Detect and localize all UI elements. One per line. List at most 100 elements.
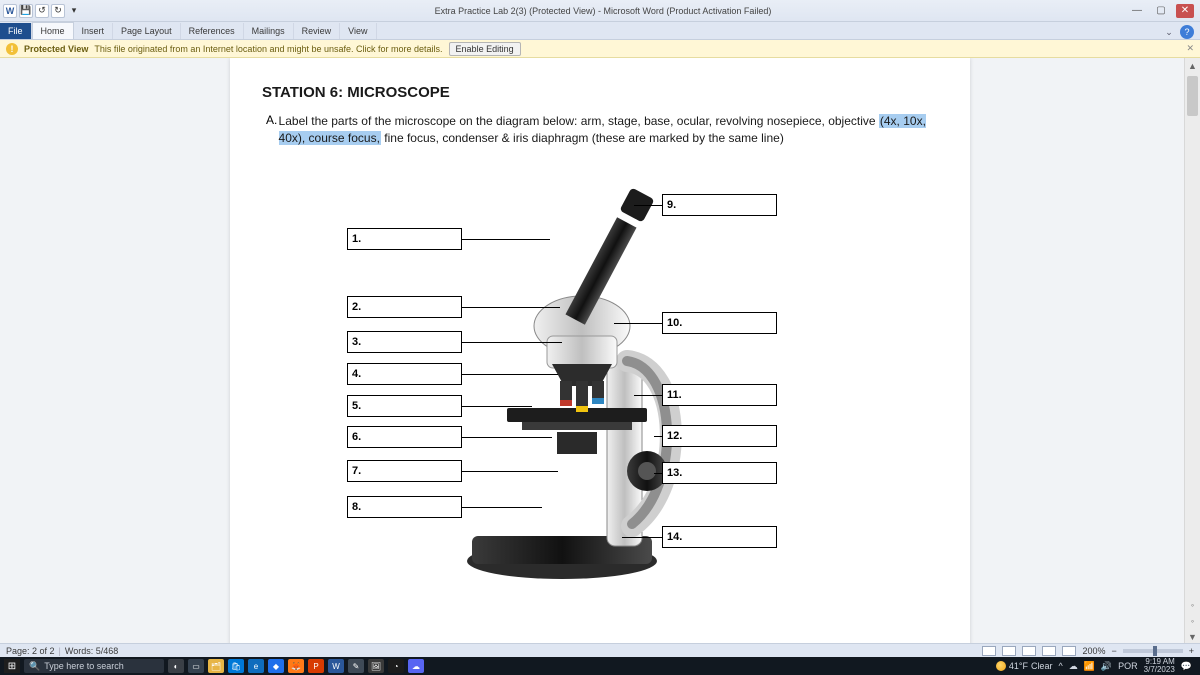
maximize-button[interactable]: ▢: [1152, 4, 1170, 18]
window-title: Extra Practice Lab 2(3) (Protected View)…: [84, 6, 1122, 16]
redo-icon[interactable]: ↻: [51, 4, 65, 18]
quick-access-toolbar: W 💾 ↺ ↻ ▾: [0, 4, 84, 18]
task-view-icon[interactable]: ▭: [188, 659, 204, 673]
label-box-2[interactable]: 2.: [347, 296, 462, 318]
tab-home[interactable]: Home: [32, 22, 74, 39]
zoom-in-button[interactable]: +: [1189, 646, 1194, 656]
word-icon[interactable]: W: [328, 659, 344, 673]
instruction-text-2: fine focus, condenser & iris diaphragm (…: [384, 131, 784, 145]
discord-icon[interactable]: ☁: [408, 659, 424, 673]
app-icon-2[interactable]: 🖼: [368, 659, 384, 673]
label-box-6[interactable]: 6.: [347, 426, 462, 448]
leader-3: [462, 342, 562, 344]
weather-text: Clear: [1031, 661, 1053, 671]
start-button[interactable]: ⊞: [4, 659, 20, 673]
cortana-icon[interactable]: ◐: [168, 659, 184, 673]
zoom-level[interactable]: 200%: [1082, 646, 1105, 656]
label-box-3[interactable]: 3.: [347, 331, 462, 353]
status-page[interactable]: Page: 2 of 2: [6, 646, 55, 656]
diagram-area: 1. 2. 3. 4. 5. 6. 7. 8. 9. 10. 11. 12.: [262, 176, 938, 606]
leader-12: [654, 436, 662, 438]
leader-2: [462, 307, 560, 309]
label-box-13[interactable]: 13.: [662, 462, 777, 484]
scroll-thumb[interactable]: [1187, 76, 1198, 116]
qat-more-icon[interactable]: ▾: [67, 4, 81, 18]
protected-close-icon[interactable]: ✕: [1186, 43, 1194, 54]
explorer-icon[interactable]: 🗂: [208, 659, 224, 673]
app-icon-1[interactable]: ✎: [348, 659, 364, 673]
tab-file[interactable]: File: [0, 23, 32, 39]
view-outline-icon[interactable]: [1042, 646, 1056, 656]
label-box-9[interactable]: 9.: [662, 194, 777, 216]
tab-view[interactable]: View: [340, 23, 376, 39]
system-tray: 41°F Clear ^ ☁ 📶 🔊 POR 9:19 AM 3/7/2023 …: [996, 658, 1196, 674]
label-box-5[interactable]: 5.: [347, 395, 462, 417]
tray-caret-icon[interactable]: ^: [1058, 661, 1062, 671]
window-controls: — ▢ ✕: [1122, 4, 1200, 18]
protected-view-label: Protected View: [24, 44, 88, 54]
help-icon[interactable]: ?: [1180, 25, 1194, 39]
protected-view-bar: ! Protected View This file originated fr…: [0, 40, 1200, 58]
leader-14: [622, 537, 662, 539]
network-icon[interactable]: 📶: [1084, 661, 1095, 672]
instruction-text-1: Label the parts of the microscope on the…: [279, 114, 879, 128]
page-up-icon[interactable]: ◦: [1185, 597, 1200, 613]
minimize-button[interactable]: —: [1128, 4, 1146, 18]
undo-icon[interactable]: ↺: [35, 4, 49, 18]
powerpoint-icon[interactable]: P: [308, 659, 324, 673]
tab-references[interactable]: References: [181, 23, 244, 39]
tab-mailings[interactable]: Mailings: [244, 23, 294, 39]
onedrive-icon[interactable]: ☁: [1069, 661, 1078, 672]
tab-review[interactable]: Review: [294, 23, 341, 39]
close-button[interactable]: ✕: [1176, 4, 1194, 18]
minimize-ribbon-icon[interactable]: ⌄: [1162, 25, 1176, 39]
leader-6: [462, 437, 552, 439]
leader-13: [654, 473, 662, 475]
search-icon: 🔍: [29, 661, 40, 672]
zoom-slider[interactable]: [1123, 649, 1183, 653]
view-full-screen-icon[interactable]: [1002, 646, 1016, 656]
ribbon-tabs: File Home Insert Page Layout References …: [0, 22, 1200, 40]
leader-4: [462, 374, 558, 376]
station-heading: STATION 6: MICROSCOPE: [262, 84, 938, 101]
edge-icon[interactable]: e: [248, 659, 264, 673]
view-print-layout-icon[interactable]: [982, 646, 996, 656]
weather-icon: [996, 661, 1006, 671]
vertical-scrollbar[interactable]: ▲ ◦ ◦ ▼: [1184, 58, 1200, 645]
document-viewport: STATION 6: MICROSCOPE A. Label the parts…: [0, 58, 1200, 645]
label-box-14[interactable]: 14.: [662, 526, 777, 548]
view-draft-icon[interactable]: [1062, 646, 1076, 656]
leader-7: [462, 471, 558, 473]
label-box-11[interactable]: 11.: [662, 384, 777, 406]
store-icon[interactable]: 🛍: [228, 659, 244, 673]
save-icon[interactable]: 💾: [19, 4, 33, 18]
leader-11: [634, 395, 662, 397]
clock[interactable]: 9:19 AM 3/7/2023: [1144, 658, 1175, 674]
status-words[interactable]: Words: 5/468: [65, 646, 118, 656]
generic-app-icon[interactable]: ◆: [268, 659, 284, 673]
enable-editing-button[interactable]: Enable Editing: [449, 42, 521, 56]
label-box-7[interactable]: 7.: [347, 460, 462, 482]
leader-10: [614, 323, 662, 325]
taskbar-search[interactable]: 🔍 Type here to search: [24, 659, 164, 673]
label-box-4[interactable]: 4.: [347, 363, 462, 385]
clock-date: 3/7/2023: [1144, 666, 1175, 674]
label-box-1[interactable]: 1.: [347, 228, 462, 250]
weather-widget[interactable]: 41°F Clear: [996, 661, 1053, 671]
leader-1: [462, 239, 550, 241]
tab-page-layout[interactable]: Page Layout: [113, 23, 181, 39]
language-indicator[interactable]: POR: [1118, 661, 1138, 671]
zoom-out-button[interactable]: −: [1111, 646, 1116, 656]
leader-9: [634, 205, 662, 207]
label-box-8[interactable]: 8.: [347, 496, 462, 518]
tab-insert[interactable]: Insert: [74, 23, 114, 39]
firefox-icon[interactable]: 🦊: [288, 659, 304, 673]
page-down-icon[interactable]: ◦: [1185, 613, 1200, 629]
view-web-layout-icon[interactable]: [1022, 646, 1036, 656]
scroll-up-icon[interactable]: ▲: [1185, 58, 1200, 74]
label-box-12[interactable]: 12.: [662, 425, 777, 447]
steam-icon[interactable]: ◔: [388, 659, 404, 673]
volume-icon[interactable]: 🔊: [1101, 661, 1112, 672]
label-box-10[interactable]: 10.: [662, 312, 777, 334]
notifications-icon[interactable]: 💬: [1181, 661, 1192, 672]
